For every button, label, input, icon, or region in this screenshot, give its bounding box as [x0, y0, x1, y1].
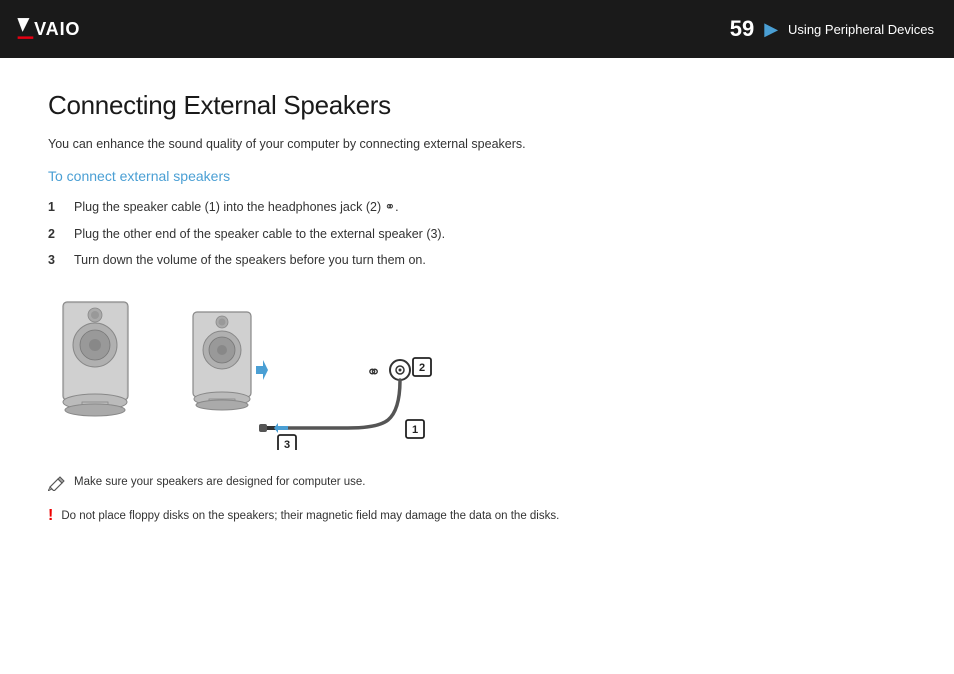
warning-icon: ! [48, 508, 53, 524]
step-2-num: 2 [48, 225, 64, 244]
speaker-2 [193, 312, 251, 410]
step-1: 1 Plug the speaker cable (1) into the he… [48, 198, 906, 217]
intro-text: You can enhance the sound quality of you… [48, 135, 906, 154]
note-text: Make sure your speakers are designed for… [74, 474, 365, 491]
speaker-1 [63, 302, 128, 416]
step-1-num: 1 [48, 198, 64, 217]
warning-text: Do not place floppy disks on the speaker… [61, 508, 559, 525]
main-content: Connecting External Speakers You can enh… [0, 58, 954, 549]
svg-text:1: 1 [412, 424, 418, 436]
step-2-text: Plug the other end of the speaker cable … [74, 225, 445, 244]
svg-text:3: 3 [284, 439, 290, 450]
note-icon [48, 475, 66, 494]
header: VAIO 59 ▶ Using Peripheral Devices [0, 0, 954, 58]
note-section: Make sure your speakers are designed for… [48, 474, 906, 494]
step-2: 2 Plug the other end of the speaker cabl… [48, 225, 906, 244]
illustration: ⚭ 2 3 1 [48, 290, 528, 450]
sub-heading: To connect external speakers [48, 168, 906, 184]
arrow-icon: ▶ [764, 19, 778, 40]
step-3-text: Turn down the volume of the speakers bef… [74, 251, 426, 270]
page-heading: Connecting External Speakers [48, 90, 906, 121]
svg-text:VAIO: VAIO [34, 19, 80, 39]
vaio-logo: VAIO [16, 15, 115, 43]
svg-text:⚭: ⚭ [366, 362, 381, 382]
header-right: 59 ▶ Using Peripheral Devices [730, 16, 934, 42]
step-1-text: Plug the speaker cable (1) into the head… [74, 198, 399, 217]
section-title: Using Peripheral Devices [788, 22, 934, 37]
steps-list: 1 Plug the speaker cable (1) into the he… [48, 198, 906, 270]
warning-section: ! Do not place floppy disks on the speak… [48, 508, 906, 525]
svg-text:2: 2 [419, 362, 425, 374]
step-3: 3 Turn down the volume of the speakers b… [48, 251, 906, 270]
step-3-num: 3 [48, 251, 64, 270]
page-number: 59 [730, 16, 754, 42]
